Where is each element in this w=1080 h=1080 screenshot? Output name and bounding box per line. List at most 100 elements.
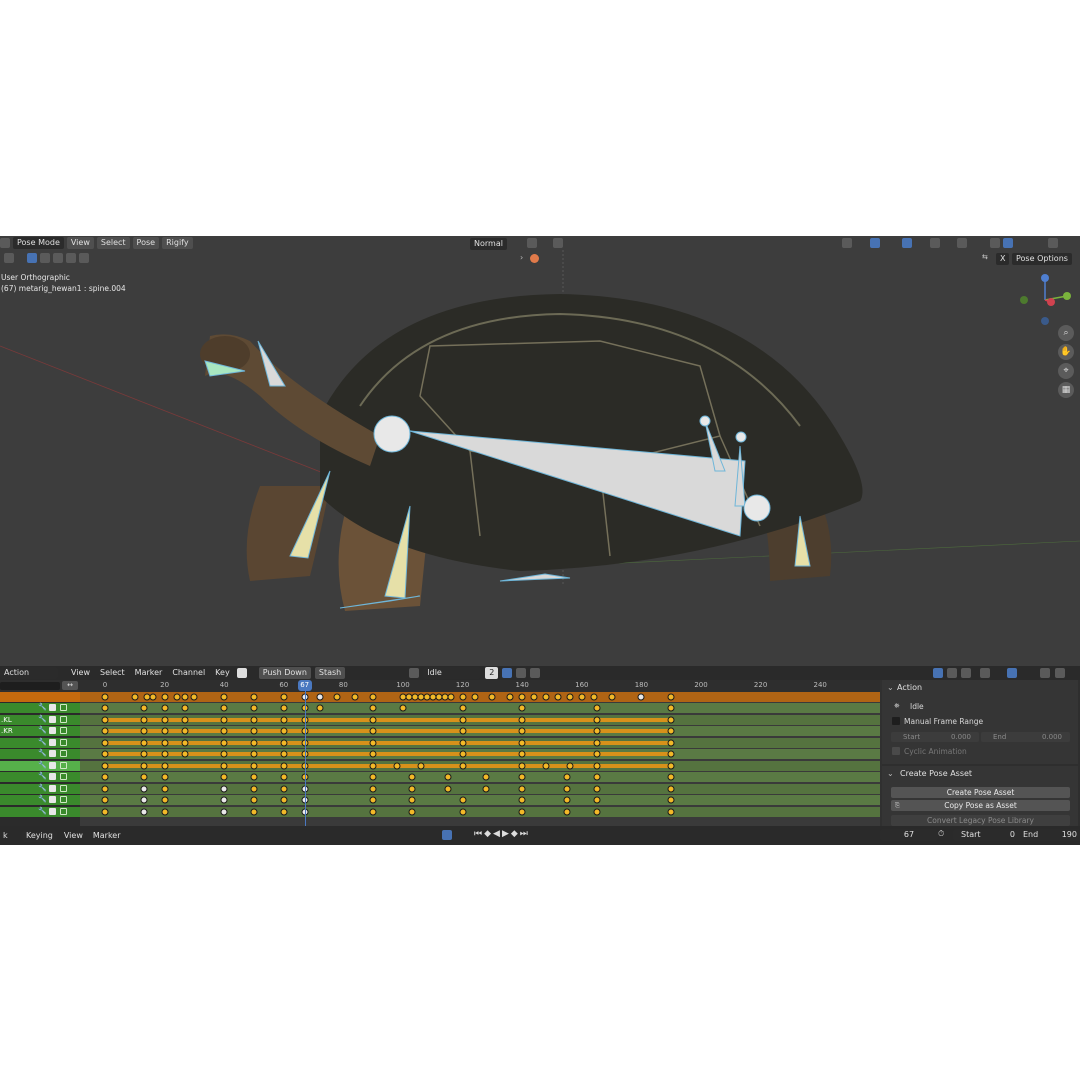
- keyframe[interactable]: [220, 762, 228, 769]
- gizmo-toggle-icon[interactable]: [870, 238, 880, 248]
- summary-keyframe[interactable]: [333, 693, 341, 701]
- create-pose-asset-button[interactable]: Create Pose Asset: [891, 787, 1070, 798]
- keyframe[interactable]: [140, 762, 148, 769]
- keyframe[interactable]: [593, 785, 601, 792]
- keyframe[interactable]: [161, 727, 169, 735]
- summary-keyframe[interactable]: [506, 693, 514, 701]
- keyframe[interactable]: [181, 739, 189, 746]
- keyframe[interactable]: [101, 739, 109, 746]
- mute-checkbox[interactable]: [49, 796, 56, 803]
- keyframe[interactable]: [369, 739, 377, 746]
- keyframe[interactable]: [459, 716, 467, 723]
- keyframe[interactable]: [518, 704, 526, 712]
- keyframe[interactable]: [140, 704, 148, 712]
- keyframe[interactable]: [518, 785, 526, 792]
- keyframe[interactable]: [563, 773, 571, 781]
- keyframe[interactable]: [250, 796, 258, 804]
- keyframe[interactable]: [482, 785, 490, 792]
- keyframe[interactable]: [161, 773, 169, 781]
- keyframe[interactable]: [563, 808, 571, 815]
- keyframe[interactable]: [518, 773, 526, 781]
- keyframe[interactable]: [220, 796, 228, 804]
- keyframe[interactable]: [459, 762, 467, 769]
- keyframe[interactable]: [250, 750, 258, 758]
- summary-keyframe[interactable]: [190, 693, 198, 701]
- channel-row[interactable]: 🔧: [0, 783, 80, 795]
- current-frame-indicator[interactable]: 67: [297, 680, 312, 691]
- viewport-3d[interactable]: Pose Mode View Select Pose Rigify Normal…: [0, 236, 1080, 666]
- keyframe[interactable]: [566, 762, 574, 769]
- keyframe[interactable]: [459, 727, 467, 735]
- keyframe[interactable]: [280, 785, 288, 792]
- summary-keyframe[interactable]: [351, 693, 359, 701]
- keyframe[interactable]: [250, 762, 258, 769]
- keyframe[interactable]: [140, 785, 148, 792]
- keyframe[interactable]: [280, 808, 288, 815]
- editor-mode-select[interactable]: Action Editor: [0, 667, 58, 679]
- keyframe[interactable]: [140, 773, 148, 781]
- keyframe[interactable]: [181, 716, 189, 723]
- only-errors-icon[interactable]: [961, 668, 971, 678]
- modifier-wrench-icon[interactable]: 🔧: [38, 715, 47, 723]
- summary-keyframe[interactable]: [131, 693, 139, 701]
- keyframe[interactable]: [593, 762, 601, 769]
- action-name-field[interactable]: Idle: [423, 667, 482, 679]
- keyframe[interactable]: [280, 716, 288, 723]
- keyframe[interactable]: [593, 773, 601, 781]
- keyframe[interactable]: [280, 773, 288, 781]
- keyframe[interactable]: [250, 808, 258, 815]
- summary-keyframe[interactable]: [608, 693, 616, 701]
- keyframe[interactable]: [369, 773, 377, 781]
- lock-icon[interactable]: [60, 704, 67, 711]
- select-subtract-icon[interactable]: [53, 253, 63, 263]
- keyframe[interactable]: [408, 796, 416, 804]
- menu-view[interactable]: View: [68, 667, 93, 679]
- keyframe[interactable]: [459, 704, 467, 712]
- keyframe[interactable]: [161, 785, 169, 792]
- keyframe[interactable]: [220, 773, 228, 781]
- keyframe[interactable]: [667, 750, 675, 758]
- channel-track[interactable]: [80, 783, 880, 794]
- keyframe[interactable]: [444, 785, 452, 792]
- summary-keyframe[interactable]: [578, 693, 586, 701]
- keyframe[interactable]: [161, 716, 169, 723]
- xray-icon[interactable]: [930, 238, 940, 248]
- summary-keyframe[interactable]: [280, 693, 288, 701]
- summary-keyframe[interactable]: [566, 693, 574, 701]
- keyframe[interactable]: [459, 750, 467, 758]
- proportional-edit-icon[interactable]: [1040, 668, 1050, 678]
- keyframe[interactable]: [140, 727, 148, 735]
- channel-track[interactable]: [80, 806, 880, 817]
- frame-start-field[interactable]: Start 0: [953, 829, 1019, 841]
- modifier-wrench-icon[interactable]: 🔧: [38, 761, 47, 769]
- solid-shading-icon[interactable]: [990, 238, 1000, 248]
- menu-marker[interactable]: Marker: [132, 667, 166, 679]
- menu-select[interactable]: Select: [96, 237, 130, 249]
- keyframe[interactable]: [101, 727, 109, 735]
- keyframe[interactable]: [250, 727, 258, 735]
- keyframe[interactable]: [542, 762, 550, 769]
- keyframe[interactable]: [667, 727, 675, 735]
- select-invert-icon[interactable]: [66, 253, 76, 263]
- mute-checkbox[interactable]: [49, 784, 56, 792]
- channel-row[interactable]: 🔧: [0, 772, 80, 783]
- keyframe[interactable]: [140, 716, 148, 723]
- keyframe[interactable]: [161, 762, 169, 769]
- channel-track[interactable]: [80, 772, 880, 782]
- keyframe[interactable]: [161, 796, 169, 804]
- summary-keyframe[interactable]: [250, 693, 258, 701]
- keyframe[interactable]: [393, 762, 401, 769]
- convert-legacy-pose-library-button[interactable]: Convert Legacy Pose Library: [891, 815, 1070, 826]
- keyframe[interactable]: [444, 773, 452, 781]
- play-reverse-icon[interactable]: ◀: [493, 829, 502, 839]
- keyframe[interactable]: [181, 750, 189, 758]
- summary-keyframe[interactable]: [471, 693, 479, 701]
- current-frame-field[interactable]: 67: [880, 829, 938, 841]
- keyframe[interactable]: [593, 704, 601, 712]
- snap-icon[interactable]: [553, 238, 563, 248]
- new-action-icon[interactable]: [516, 668, 527, 678]
- lock-icon[interactable]: [60, 750, 67, 757]
- channel-row[interactable]: .KL 🔧: [0, 714, 80, 726]
- playhead-line[interactable]: [304, 680, 306, 826]
- wireframe-shading-icon[interactable]: [957, 238, 967, 248]
